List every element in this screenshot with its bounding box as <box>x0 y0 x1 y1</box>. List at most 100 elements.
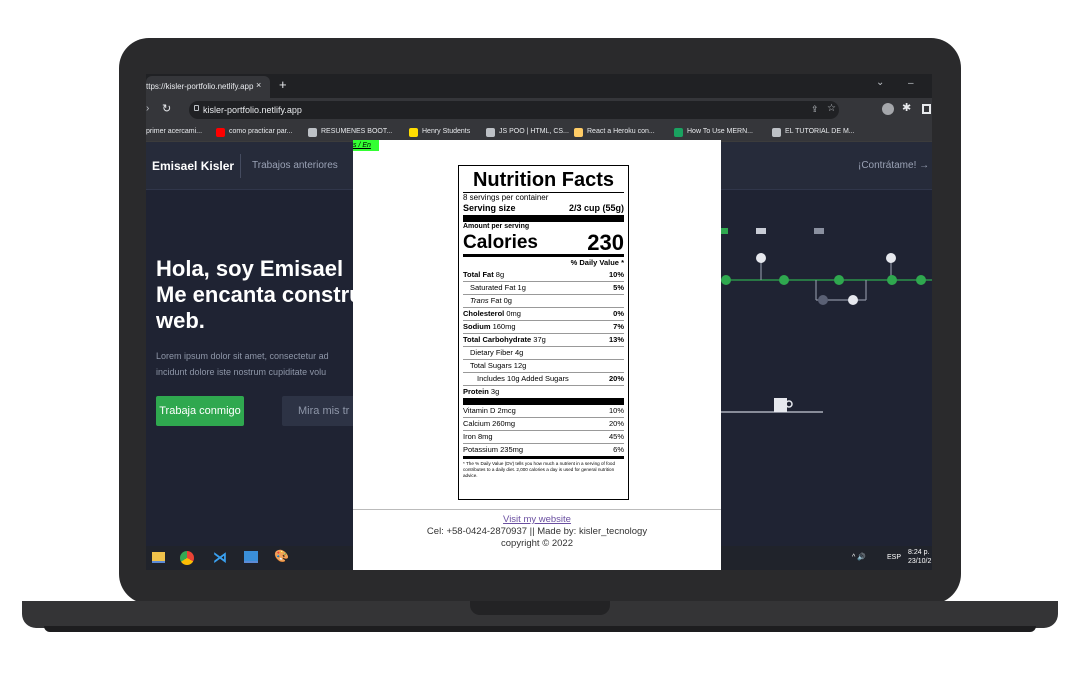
nav-link-previous-works[interactable]: Trabajos anteriores <box>252 160 338 171</box>
nutrient-daily-value: 20% <box>608 374 624 383</box>
bookmark-item[interactable]: EL TUTORIAL DE M... <box>772 122 855 142</box>
vitamin-name: Iron 8mg <box>463 432 493 441</box>
footer-copyright: copyright © 2022 <box>501 538 573 549</box>
nutrient-row: Total Sugars 12g <box>463 359 624 372</box>
nutrient-amount: 160mg <box>490 322 516 331</box>
calories-value: 230 <box>587 230 624 255</box>
clock-date[interactable]: 23/10/2 <box>908 558 931 565</box>
bookmark-item[interactable]: JS POO | HTML, CS... <box>486 122 569 142</box>
chevron-down-icon[interactable]: ⌄ <box>876 77 884 88</box>
nutrition-footnote: * The % Daily Value (DV) tells you how m… <box>463 461 616 478</box>
star-icon[interactable]: ☆ <box>827 103 836 114</box>
nutrient-amount: 3g <box>488 387 500 396</box>
vscode-icon[interactable]: ⋊ <box>213 549 227 566</box>
vitamin-daily-value: 20% <box>608 419 624 428</box>
vitamin-row: Potassium 235mg 6% <box>463 443 624 456</box>
bookmark-item[interactable]: RESUMENES BOOT... <box>308 122 392 142</box>
vitamin-daily-value: 45% <box>608 432 624 441</box>
file-explorer-icon[interactable] <box>152 552 165 563</box>
new-tab-icon[interactable]: + <box>279 78 287 92</box>
minimize-icon[interactable]: – <box>908 78 914 89</box>
bookmark-item[interactable]: como practicar par... <box>216 122 292 142</box>
bookmark-item[interactable]: Henry Students <box>409 122 470 142</box>
bookmark-label: EL TUTORIAL DE M... <box>785 128 855 135</box>
nutrient-rows: Total Fat 8g 10% Saturated Fat 1g 5% Trans F… <box>463 269 624 398</box>
serving-size-value: 2/3 cup (55g) <box>568 203 624 213</box>
nutrient-amount: Dietary Fiber 4g <box>470 348 524 357</box>
visit-website-link[interactable]: Visit my website <box>353 514 721 526</box>
calories-label: Calories <box>463 232 538 253</box>
nav-hire-me-link[interactable]: ¡Contrátame! → <box>858 160 929 171</box>
bookmark-label: primer acercami... <box>146 128 203 135</box>
decorative-graph <box>706 228 932 413</box>
nutrient-row: Total Carbohydrate 37g 13% <box>463 333 624 346</box>
nutrient-amount: 37g <box>531 335 546 344</box>
footer-contact: Cel: +58-0424-2870937 || Made by: kisler… <box>426 526 648 537</box>
vitamin-daily-value: 6% <box>613 445 624 454</box>
omnibox[interactable]: kisler-portfolio.netlify.app ⇪ ☆ <box>189 101 839 119</box>
bookmark-label: React a Heroku con... <box>587 128 655 135</box>
nutrient-name: Sodium <box>463 322 491 331</box>
see-my-works-button[interactable]: Mira mis tr <box>282 396 362 426</box>
chrome-icon[interactable] <box>180 551 194 565</box>
vitamin-name: Calcium 260mg <box>463 419 516 428</box>
daily-value-header: % Daily Value * <box>570 258 624 267</box>
browser-tab[interactable]: ttps://kisler-portfolio.netlify.app <box>146 76 270 98</box>
close-tab-icon[interactable]: × <box>256 80 261 90</box>
nutrient-daily-value: 13% <box>608 335 624 344</box>
nutrient-amount: Includes 10g Added Sugars <box>477 374 569 383</box>
tray-icons[interactable]: ^ 🔊 <box>852 553 866 561</box>
bookmarks-bar: primer acercami... como practicar par... R… <box>146 122 932 142</box>
photos-icon[interactable] <box>244 551 258 563</box>
bookmark-label: RESUMENES BOOT... <box>321 128 393 135</box>
nutrient-row: Sodium 160mg 7% <box>463 320 624 333</box>
site-brand[interactable]: Emisael Kisler <box>152 159 234 173</box>
hero-desc-line-2: incidunt dolore iste nostrum cupiditate … <box>156 367 327 377</box>
work-with-me-button[interactable]: Trabaja conmigo <box>156 396 244 426</box>
laptop-notch <box>470 601 610 615</box>
language-toggle[interactable]: s / En <box>353 140 379 151</box>
bookmark-item[interactable]: React a Heroku con... <box>574 122 655 142</box>
bookmark-favicon-icon <box>409 127 418 137</box>
bookmark-label: JS POO | HTML, CS... <box>499 128 569 135</box>
extensions-icon[interactable]: ✱ <box>902 101 911 114</box>
vitamin-daily-value: 10% <box>608 406 624 415</box>
nutrient-row: Total Fat 8g 10% <box>463 269 624 281</box>
nutrient-daily-value: 10% <box>608 270 624 279</box>
servings-per-container: 8 servings per container <box>463 193 549 202</box>
nutrient-name: Total Carbohydrate <box>463 335 532 344</box>
hero-desc-line-1: Lorem ipsum dolor sit amet, consectetur … <box>156 351 329 361</box>
vitamin-name: Vitamin D 2mcg <box>463 406 516 415</box>
sidebar-icon[interactable] <box>922 104 931 114</box>
nav-divider <box>240 154 241 178</box>
nutrient-name: Cholesterol <box>463 309 505 318</box>
nutrition-title: Nutrition Facts <box>472 169 615 191</box>
forward-icon[interactable]: › <box>146 103 149 114</box>
bookmark-favicon-icon <box>486 127 495 137</box>
bookmark-item[interactable]: primer acercami... <box>146 122 202 142</box>
nutrient-name: Total Fat <box>463 270 494 279</box>
reload-icon[interactable]: ↻ <box>162 102 171 115</box>
clock-time[interactable]: 8:24 p. <box>908 549 929 556</box>
share-icon[interactable]: ⇪ <box>811 104 819 115</box>
bookmark-favicon-icon <box>216 127 225 137</box>
nutrient-amount: Trans Fat 0g <box>470 296 512 305</box>
nutrition-facts-label: Nutrition Facts 8 servings per container… <box>458 165 629 500</box>
nutrient-name: Protein <box>463 387 489 396</box>
nutrient-row: Cholesterol 0mg 0% <box>463 307 624 320</box>
serving-size-label: Serving size <box>463 203 516 213</box>
nutrient-row: Dietary Fiber 4g <box>463 346 624 359</box>
vitamin-name: Potassium 235mg <box>463 445 524 454</box>
vitamin-rows: Vitamin D 2mcg 10% Calcium 260mg 20% Iron 8m… <box>463 405 624 456</box>
nutrient-amount: 0mg <box>504 309 521 318</box>
keyboard-language[interactable]: ESP <box>887 554 901 561</box>
avatar-icon[interactable] <box>882 103 894 115</box>
bookmark-favicon-icon <box>772 127 781 137</box>
bookmark-item[interactable]: How To Use MERN... <box>674 122 753 142</box>
footer-divider <box>353 509 721 510</box>
nutrition-overlay: s / En Nutrition Facts 8 servings per co… <box>353 140 721 570</box>
paint-icon[interactable]: 🎨 <box>274 549 289 563</box>
bookmark-label: How To Use MERN... <box>687 128 753 135</box>
nutrient-row: Trans Fat 0g <box>463 294 624 307</box>
laptop-screen: ttps://kisler-portfolio.netlify.app × + … <box>146 74 932 570</box>
